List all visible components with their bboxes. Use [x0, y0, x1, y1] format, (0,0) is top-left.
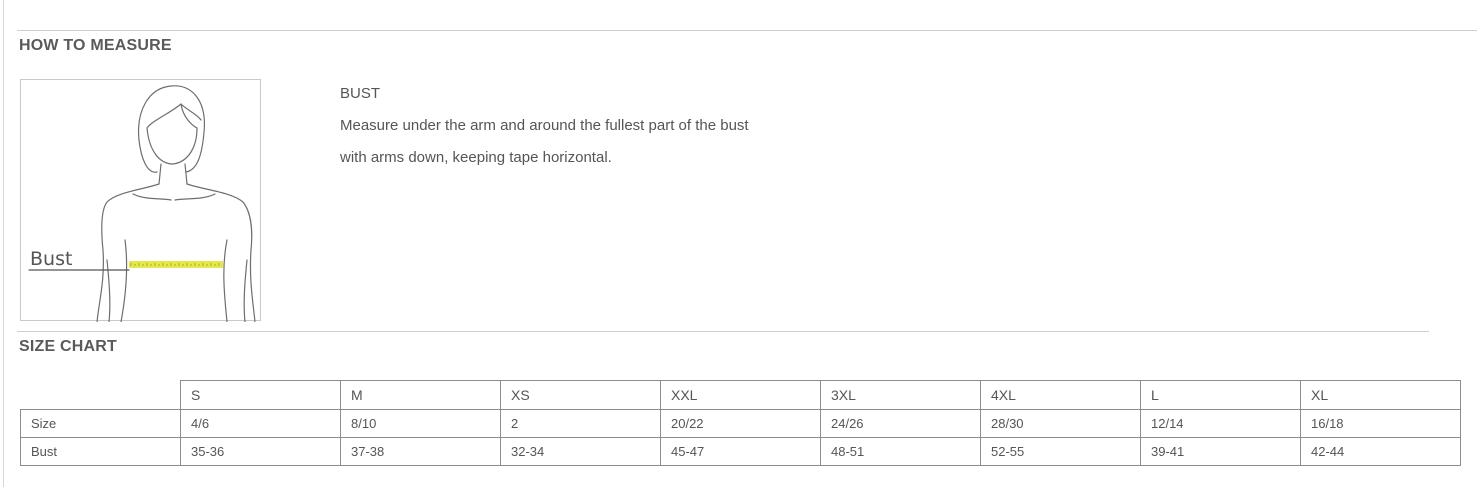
table-cell: 2: [500, 409, 661, 438]
table-cell: 24/26: [820, 409, 981, 438]
table-corner-cell: [20, 380, 181, 410]
bust-figure-label: Bust: [30, 248, 73, 270]
column-header: XL: [1300, 380, 1461, 410]
row-label: Bust: [20, 437, 181, 466]
bust-heading: BUST: [340, 85, 381, 102]
table-cell: 42-44: [1300, 437, 1461, 466]
size-chart-title: SIZE CHART: [19, 338, 117, 355]
section-divider: [17, 331, 1429, 332]
table-cell: 35-36: [180, 437, 341, 466]
table-cell: 8/10: [340, 409, 501, 438]
column-header: XXL: [660, 380, 821, 410]
column-header: XS: [500, 380, 661, 410]
table-cell: 12/14: [1140, 409, 1301, 438]
column-header: 3XL: [820, 380, 981, 410]
column-header: L: [1140, 380, 1301, 410]
top-divider: [17, 30, 1477, 31]
bust-description: Measure under the arm and around the ful…: [340, 117, 749, 166]
column-header: 4XL: [980, 380, 1141, 410]
table-cell: 39-41: [1140, 437, 1301, 466]
how-to-measure-title: HOW TO MEASURE: [19, 37, 172, 54]
left-border: [3, 0, 4, 487]
measurement-figure: Bust: [20, 79, 261, 322]
table-cell: 28/30: [980, 409, 1141, 438]
table-cell: 45-47: [660, 437, 821, 466]
table-cell: 20/22: [660, 409, 821, 438]
row-label: Size: [20, 409, 181, 438]
table-cell: 48-51: [820, 437, 981, 466]
column-header: M: [340, 380, 501, 410]
table-cell: 4/6: [180, 409, 341, 438]
column-header: S: [180, 380, 341, 410]
table-cell: 52-55: [980, 437, 1141, 466]
table-cell: 16/18: [1300, 409, 1461, 438]
measurement-instructions: BUST Measure under the arm and around th…: [340, 84, 900, 174]
woman-silhouette-illustration: [28, 85, 256, 322]
table-cell: 32-34: [500, 437, 661, 466]
table-header-row: S M XS XXL 3XL 4XL L XL: [20, 380, 1461, 410]
table-cell: 37-38: [340, 437, 501, 466]
table-row: Bust 35-36 37-38 32-34 45-47 48-51 52-55…: [20, 437, 1461, 466]
table-row: Size 4/6 8/10 2 20/22 24/26 28/30 12/14 …: [20, 409, 1461, 438]
size-chart-table: S M XS XXL 3XL 4XL L XL Size 4/6 8/10 2 …: [20, 380, 1461, 466]
